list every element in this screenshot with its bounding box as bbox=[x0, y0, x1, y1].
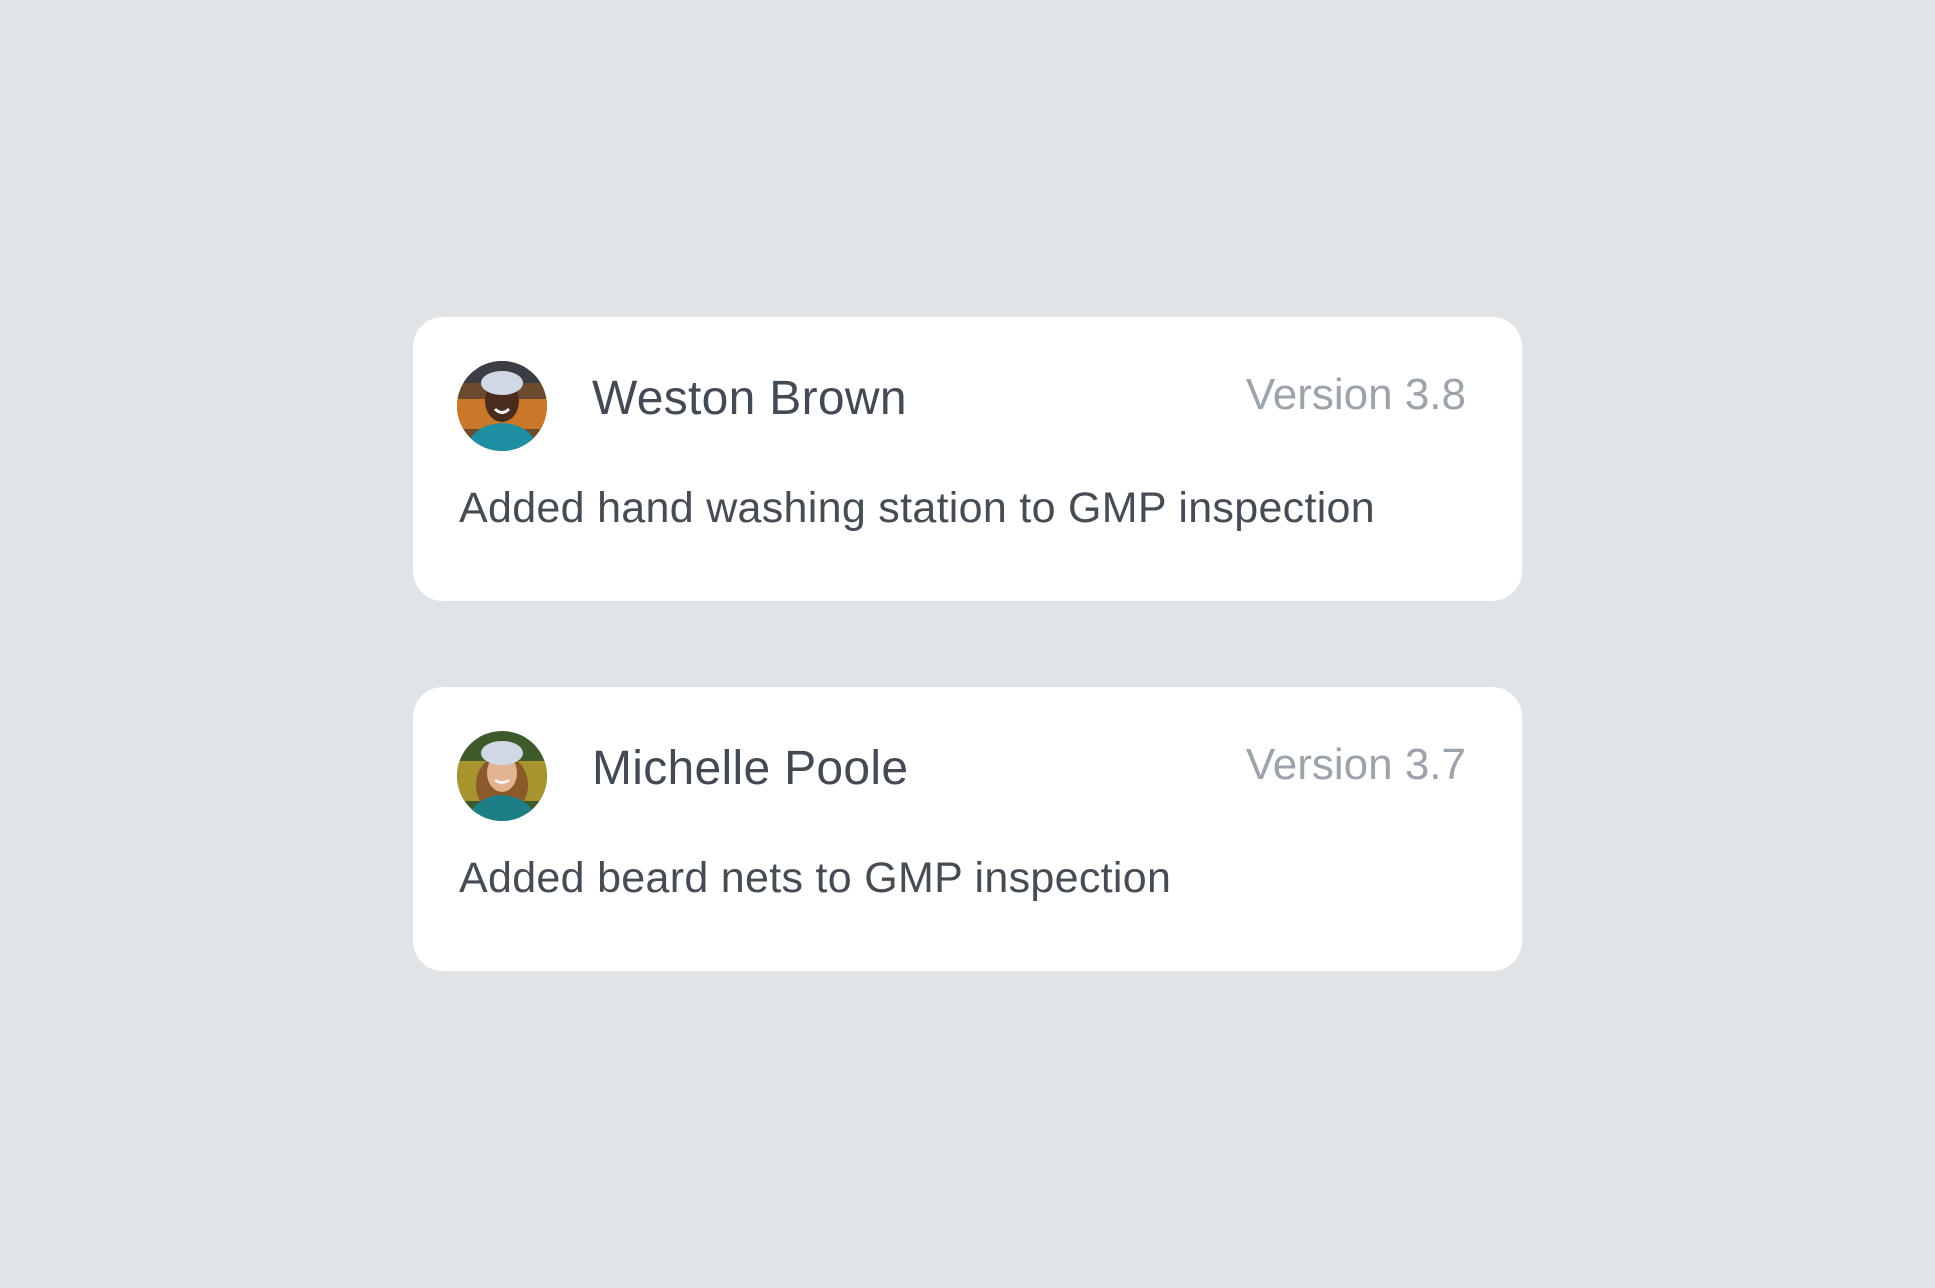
avatar bbox=[457, 361, 547, 451]
author-name: Michelle Poole bbox=[592, 742, 909, 795]
avatar-photo-icon bbox=[457, 361, 547, 451]
change-description: Added beard nets to GMP inspection bbox=[459, 854, 1172, 902]
version-history-feed: Weston Brown Version 3.8 Added hand wash… bbox=[413, 317, 1522, 1057]
version-label: Version 3.7 bbox=[1245, 740, 1466, 789]
author-name: Weston Brown bbox=[592, 372, 907, 425]
avatar-photo-icon bbox=[457, 731, 547, 821]
change-description: Added hand washing station to GMP inspec… bbox=[459, 484, 1375, 532]
version-entry-card[interactable]: Weston Brown Version 3.8 Added hand wash… bbox=[413, 317, 1522, 601]
avatar bbox=[457, 731, 547, 821]
version-entry-card[interactable]: Michelle Poole Version 3.7 Added beard n… bbox=[413, 687, 1522, 971]
version-label: Version 3.8 bbox=[1245, 370, 1466, 419]
